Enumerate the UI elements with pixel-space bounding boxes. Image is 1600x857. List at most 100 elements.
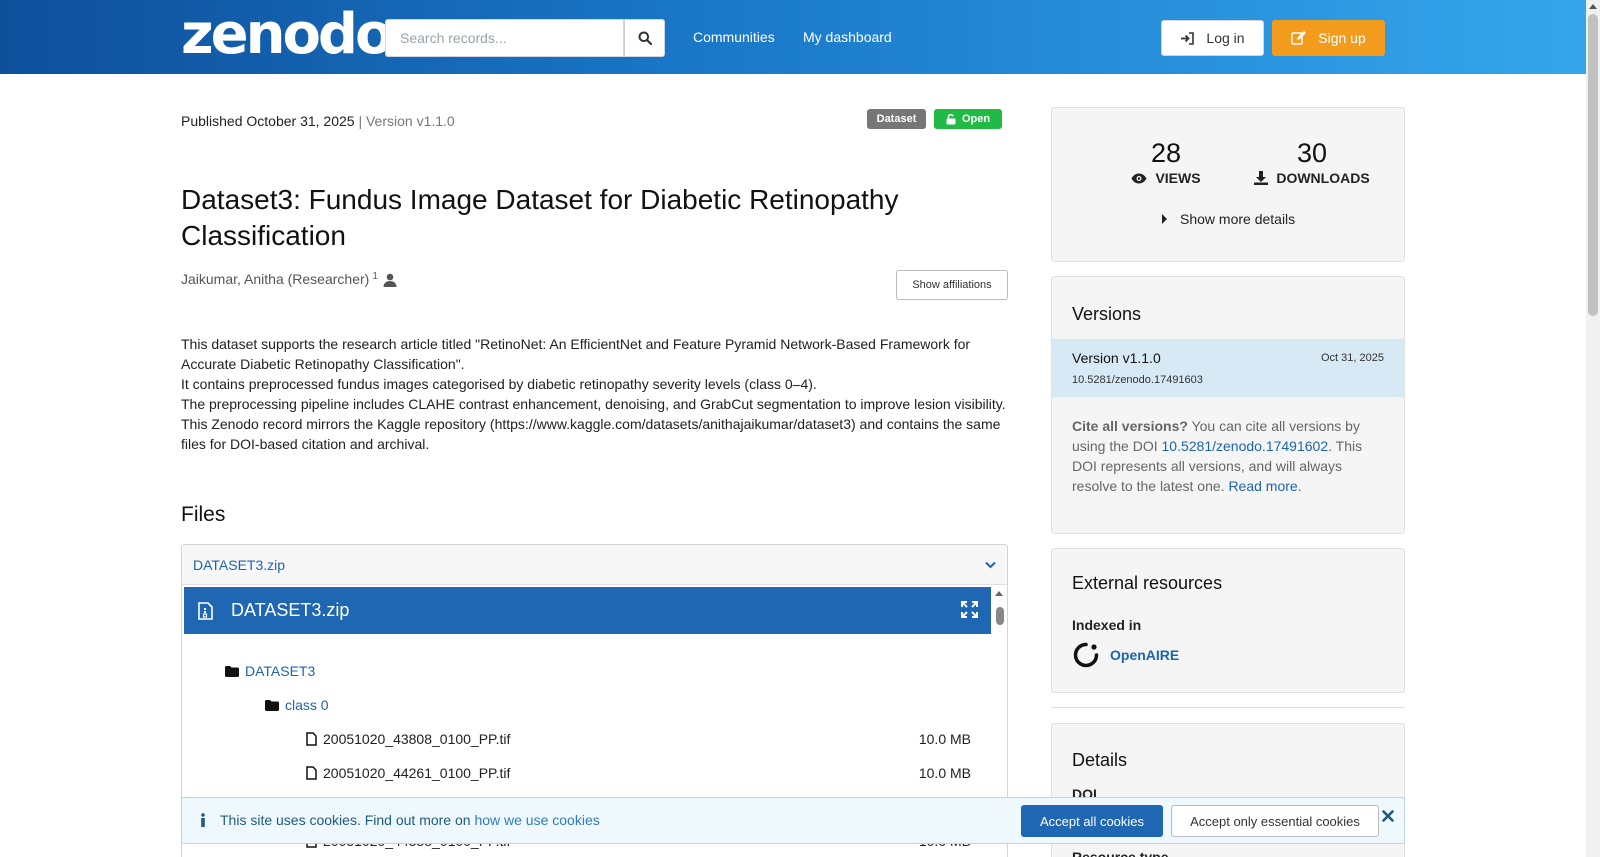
- chevron-down-icon[interactable]: [985, 561, 996, 569]
- caret-right-icon: [1162, 214, 1167, 224]
- views-label-row: VIEWS: [1116, 170, 1216, 186]
- read-more-link[interactable]: Read more: [1228, 478, 1297, 494]
- cite-all-versions: Cite all versions? You can cite all vers…: [1072, 416, 1390, 496]
- sign-in-icon: [1181, 31, 1195, 45]
- openaire-icon: [1073, 642, 1099, 668]
- archive-link[interactable]: DATASET3.zip: [193, 557, 285, 573]
- cookie-message: This site uses cookies. Find out more on…: [200, 812, 600, 828]
- file-icon: [306, 766, 317, 780]
- version-doi: 10.5281/zenodo.17491603: [1072, 374, 1203, 386]
- login-button[interactable]: Log in: [1161, 20, 1264, 56]
- downloads-label: DOWNLOADS: [1276, 170, 1370, 186]
- folder-icon: [265, 699, 279, 711]
- openaire-link[interactable]: OpenAIRE: [1072, 641, 1179, 669]
- downloads-count: 30: [1296, 138, 1328, 168]
- show-affiliations-button[interactable]: Show affiliations: [896, 270, 1008, 300]
- unlock-icon: [946, 113, 956, 124]
- expand-icon[interactable]: [961, 601, 978, 618]
- preview-scroll-thumb[interactable]: [996, 607, 1004, 625]
- file-archive-icon: [198, 601, 213, 620]
- access-label: Open: [961, 113, 991, 125]
- description-paragraph: This dataset supports the research artic…: [181, 336, 971, 372]
- tree-file-row: 20051020_44261_0100_PP.tif: [306, 765, 510, 781]
- folder-icon: [225, 665, 239, 677]
- cite-period: .: [1297, 478, 1302, 494]
- user-icon: [383, 273, 397, 287]
- stats-card: 28 VIEWS 30 DOWNLOADS Show more details: [1051, 107, 1405, 262]
- info-icon: [201, 813, 205, 827]
- folder-link[interactable]: DATASET3: [245, 663, 315, 679]
- search-input[interactable]: [385, 19, 625, 57]
- nav-my-dashboard[interactable]: My dashboard: [803, 29, 892, 45]
- eye-icon: [1131, 173, 1147, 183]
- nav-communities[interactable]: Communities: [693, 29, 775, 45]
- downloads-stat: 30 DOWNLOADS: [1242, 138, 1382, 186]
- folder-link[interactable]: class 0: [285, 697, 329, 713]
- cookie-banner: This site uses cookies. Find out more on…: [181, 797, 1405, 844]
- resource-type-badge: Dataset: [867, 109, 926, 129]
- close-icon[interactable]: [1382, 810, 1394, 822]
- search-bar: [385, 19, 665, 57]
- page-scroll-thumb[interactable]: [1588, 14, 1598, 316]
- downloads-label-row: DOWNLOADS: [1242, 170, 1382, 186]
- show-more-details-toggle[interactable]: Show more details: [1162, 211, 1295, 227]
- creator-name[interactable]: Jaikumar, Anitha (Researcher): [181, 271, 369, 287]
- files-heading: Files: [181, 503, 226, 526]
- file-preview-header: DATASET3.zip: [184, 587, 991, 634]
- resource-type-label: Dataset: [876, 113, 917, 125]
- record-title: Dataset3: Fundus Image Dataset for Diabe…: [181, 184, 899, 251]
- access-badge: Open: [934, 109, 1002, 129]
- version-item[interactable]: Version v1.1.0 Oct 31, 2025 10.5281/zeno…: [1052, 339, 1404, 397]
- version-text: | Version v1.1.0: [358, 113, 455, 129]
- publication-info: Published October 31, 2025 | Version v1.…: [181, 113, 455, 129]
- zenodo-logo[interactable]: zenodo: [181, 6, 393, 64]
- creators-list: Jaikumar, Anitha (Researcher) 1: [181, 271, 397, 287]
- version-name: Version v1.1.0: [1072, 350, 1161, 366]
- version-date: Oct 31, 2025: [1321, 352, 1384, 364]
- views-label: VIEWS: [1155, 170, 1201, 186]
- page-scrollbar[interactable]: [1586, 0, 1600, 857]
- file-size: 10.0 MB: [918, 731, 971, 747]
- indexed-in-label: Indexed in: [1072, 617, 1142, 633]
- accept-all-cookies-button[interactable]: Accept all cookies: [1021, 805, 1163, 837]
- cookie-policy-link[interactable]: how we use cookies: [474, 812, 599, 828]
- affiliation-index: 1: [372, 271, 378, 282]
- views-count: 28: [1150, 138, 1182, 168]
- tree-folder-row[interactable]: DATASET3: [225, 663, 315, 679]
- file-icon: [306, 732, 317, 746]
- published-date: Published October 31, 2025: [181, 113, 355, 129]
- description-paragraph: The preprocessing pipeline includes CLAH…: [181, 396, 1006, 412]
- versions-title: Versions: [1072, 304, 1142, 324]
- scroll-up-icon[interactable]: [1589, 4, 1597, 9]
- file-size: 10.0 MB: [918, 765, 971, 781]
- external-resources-card: External resources Indexed in OpenAIRE: [1051, 548, 1405, 693]
- show-more-details-label: Show more details: [1180, 211, 1296, 227]
- files-accordion-header[interactable]: DATASET3.zip: [182, 545, 1007, 585]
- file-name: 20051020_44261_0100_PP.tif: [323, 765, 511, 781]
- edit-icon: [1291, 31, 1307, 45]
- versions-card: Versions Version v1.1.0 Oct 31, 2025 10.…: [1051, 276, 1405, 534]
- preview-scroll-up-icon[interactable]: [995, 591, 1003, 596]
- search-button[interactable]: [624, 19, 665, 57]
- openaire-label: OpenAIRE: [1110, 647, 1180, 663]
- signup-label: Sign up: [1318, 30, 1366, 46]
- views-stat: 28 VIEWS: [1116, 138, 1216, 186]
- cookie-message-text: This site uses cookies. Find out more on: [220, 812, 475, 828]
- signup-button[interactable]: Sign up: [1272, 20, 1385, 56]
- external-resources-title: External resources: [1072, 573, 1223, 593]
- accept-essential-cookies-button[interactable]: Accept only essential cookies: [1171, 805, 1379, 837]
- top-header: zenodo Communities My dashboard Log in S…: [0, 0, 1586, 74]
- description-paragraph: This Zenodo record mirrors the Kaggle re…: [181, 416, 1001, 452]
- tree-folder-row[interactable]: class 0: [265, 697, 329, 713]
- login-label: Log in: [1206, 30, 1245, 46]
- tree-file-row: 20051020_43808_0100_PP.tif: [306, 731, 510, 747]
- record-description: This dataset supports the research artic…: [181, 334, 1006, 454]
- cite-bold: Cite all versions?: [1072, 418, 1188, 434]
- preview-file-name: DATASET3.zip: [231, 600, 350, 620]
- concept-doi-link[interactable]: 10.5281/zenodo.17491602: [1162, 438, 1329, 454]
- resource-type-label: Resource type: [1072, 849, 1169, 857]
- download-icon: [1254, 171, 1269, 185]
- details-title: Details: [1072, 750, 1128, 770]
- sidebar-divider: [1051, 707, 1405, 708]
- description-paragraph: It contains preprocessed fundus images c…: [181, 376, 817, 392]
